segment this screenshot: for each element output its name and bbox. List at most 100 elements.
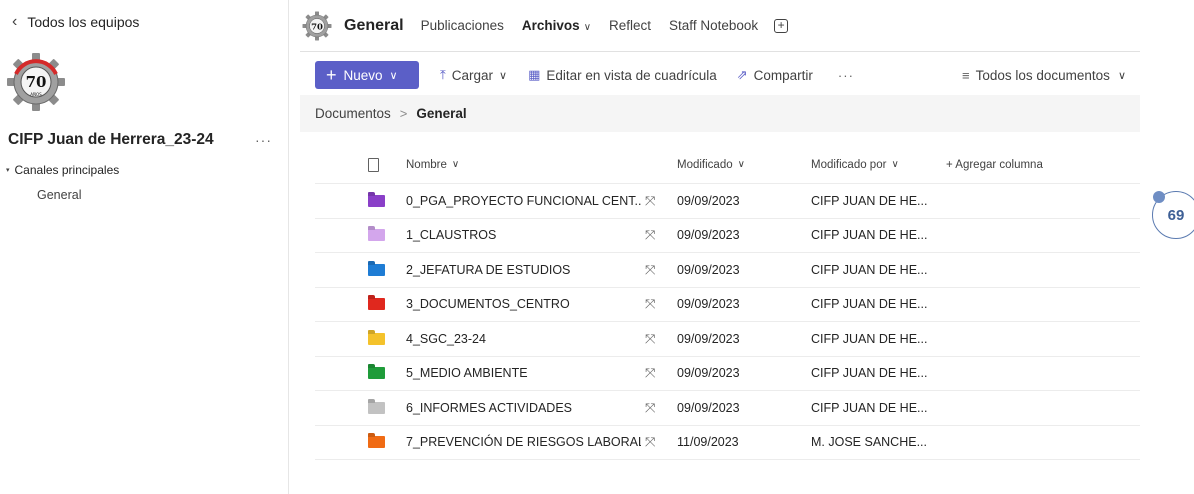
- files-toolbar: + Nuevo ∨ ⤒ Cargar ∨ ▦ Editar en vista d…: [315, 60, 1140, 90]
- file-type-column[interactable]: [368, 146, 379, 183]
- file-row[interactable]: 5_MEDIO AMBIENTE ⤧ 09/09/2023 CIFP JUAN DE …: [315, 357, 1140, 391]
- pin-icon[interactable]: ⤧: [645, 426, 655, 460]
- column-modified-by-label: Modificado por: [811, 158, 887, 171]
- file-modified: 09/09/2023: [677, 400, 740, 415]
- column-modified-by[interactable]: Modificado por ∨: [811, 146, 899, 183]
- file-modified-by: CIFP JUAN DE HE...: [811, 366, 928, 381]
- chevron-down-icon: ∨: [583, 22, 592, 33]
- file-row[interactable]: 7_PREVENCIÓN DE RIESGOS LABORAL... ⤧ 11/09…: [315, 426, 1140, 460]
- add-tab-icon[interactable]: +: [774, 18, 789, 33]
- back-to-teams-link[interactable]: ‹ Todos los equipos: [12, 13, 140, 31]
- file-name[interactable]: 7_PREVENCIÓN DE RIESGOS LABORAL...: [406, 426, 641, 460]
- column-name[interactable]: Nombre ∨: [406, 146, 641, 183]
- breadcrumb-current: General: [416, 106, 467, 121]
- channel-item-general[interactable]: General: [37, 188, 81, 202]
- plus-icon: +: [326, 65, 337, 85]
- logo-number: 70: [26, 73, 47, 91]
- file-name[interactable]: 6_INFORMES ACTIVIDADES: [406, 391, 641, 425]
- logo-text: AÑOS: [30, 92, 42, 97]
- column-modified-label: Modificado: [677, 158, 733, 171]
- pin-icon[interactable]: ⤧: [645, 253, 655, 287]
- folder-icon-cell: [368, 253, 385, 287]
- file-modified-by: CIFP JUAN DE HE...: [811, 262, 928, 277]
- folder-icon-cell: [368, 426, 385, 460]
- share-label: Compartir: [753, 67, 813, 83]
- add-column-button[interactable]: + Agregar columna: [946, 146, 1043, 183]
- edit-grid-view-label: Editar en vista de cuadrícula: [546, 67, 717, 83]
- more-actions-icon[interactable]: ···: [838, 68, 854, 83]
- pin-icon[interactable]: ⤧: [645, 219, 655, 253]
- upload-icon: ⤒: [440, 67, 446, 82]
- edit-grid-view-button[interactable]: ▦ Editar en vista de cuadrícula: [528, 67, 717, 83]
- channel-title: General: [344, 16, 404, 34]
- file-modified-by: CIFP JUAN DE HE...: [811, 193, 928, 208]
- chevron-down-icon: ∨: [451, 159, 460, 170]
- folder-icon: [368, 263, 385, 276]
- pin-icon[interactable]: ⤧: [645, 322, 655, 356]
- share-icon: ⇗: [736, 67, 748, 82]
- folder-icon-cell: [368, 322, 385, 356]
- file-name[interactable]: 1_CLAUSTROS: [406, 219, 641, 253]
- file-name[interactable]: 2_JEFATURA DE ESTUDIOS: [406, 253, 641, 287]
- pin-icon[interactable]: ⤧: [645, 391, 655, 425]
- file-row[interactable]: 6_INFORMES ACTIVIDADES ⤧ 09/09/2023 CIFP JU…: [315, 391, 1140, 426]
- tab-publicaciones[interactable]: Publicaciones: [421, 18, 504, 33]
- file-name[interactable]: 5_MEDIO AMBIENTE: [406, 357, 641, 391]
- tab-reflect[interactable]: Reflect: [609, 18, 651, 33]
- file-list: Nombre ∨ Modificado ∨ Modificado por ∨ + Ag…: [315, 146, 1140, 460]
- share-button[interactable]: ⇗ Compartir: [737, 67, 813, 83]
- file-modified: 09/09/2023: [677, 297, 740, 312]
- file-row[interactable]: 0_PGA_PROYECTO FUNCIONAL CENT... ⤧ 09/09/2…: [315, 184, 1140, 219]
- chevron-left-icon: ‹: [12, 13, 18, 30]
- tab-archivos[interactable]: Archivos ∨: [522, 18, 591, 33]
- team-pane: ‹ Todos los equipos 70 AÑOS CIFP Juan de…: [0, 0, 289, 494]
- file-modified: 09/09/2023: [677, 331, 740, 346]
- view-selector[interactable]: ≡ Todos los documentos ∨: [962, 68, 1126, 83]
- folder-icon-cell: [368, 219, 385, 253]
- document-icon: [368, 157, 379, 172]
- team-more-options-icon[interactable]: ···: [255, 132, 272, 148]
- chevron-down-icon: ∨: [389, 69, 398, 82]
- file-modified-by: CIFP JUAN DE HE...: [811, 331, 928, 346]
- file-name[interactable]: 3_DOCUMENTOS_CENTRO: [406, 288, 641, 322]
- file-modified: 11/09/2023: [677, 435, 739, 450]
- grid-icon: ▦: [528, 67, 541, 82]
- caret-down-icon: ▾: [6, 167, 10, 174]
- folder-icon-cell: [368, 391, 385, 425]
- file-modified-by: CIFP JUAN DE HE...: [811, 297, 928, 312]
- badge-dot: [1153, 191, 1165, 203]
- file-name[interactable]: 0_PGA_PROYECTO FUNCIONAL CENT...: [406, 184, 641, 218]
- folder-icon-cell: [368, 357, 385, 391]
- file-row[interactable]: 3_DOCUMENTOS_CENTRO ⤧ 09/09/2023 CIFP JUAN …: [315, 288, 1140, 322]
- team-name-row: CIFP Juan de Herrera_23-24 ···: [8, 131, 272, 149]
- tab-staff-notebook[interactable]: Staff Notebook: [669, 18, 758, 33]
- view-label: Todos los documentos: [975, 67, 1110, 83]
- folder-icon: [368, 401, 385, 414]
- team-logo: 70 AÑOS: [7, 53, 65, 111]
- chevron-down-icon: ∨: [891, 159, 899, 170]
- folder-icon: [368, 367, 385, 380]
- upload-button[interactable]: ⤒ Cargar ∨: [440, 67, 507, 83]
- file-modified: 09/09/2023: [677, 228, 740, 243]
- file-name[interactable]: 4_SGC_23-24: [406, 322, 641, 356]
- file-row[interactable]: 2_JEFATURA DE ESTUDIOS ⤧ 09/09/2023 CIFP JU…: [315, 253, 1140, 288]
- chevron-right-icon: >: [399, 106, 408, 121]
- pin-icon[interactable]: ⤧: [645, 288, 655, 322]
- file-row[interactable]: 1_CLAUSTROS ⤧ 09/09/2023 CIFP JUAN DE HE...: [315, 219, 1140, 253]
- file-list-header: Nombre ∨ Modificado ∨ Modificado por ∨ + Ag…: [315, 146, 1140, 184]
- breadcrumb-documentos[interactable]: Documentos: [315, 106, 391, 121]
- channel-logo: 70: [302, 11, 332, 40]
- column-modified[interactable]: Modificado ∨: [677, 146, 745, 183]
- new-button-label: Nuevo: [343, 67, 383, 83]
- file-modified-by: CIFP JUAN DE HE...: [811, 400, 928, 415]
- view-list-icon: ≡: [962, 67, 970, 83]
- folder-icon: [368, 332, 385, 345]
- new-button[interactable]: + Nuevo ∨: [315, 61, 419, 89]
- folder-icon-cell: [368, 184, 385, 218]
- file-row[interactable]: 4_SGC_23-24 ⤧ 09/09/2023 CIFP JUAN DE HE...: [315, 322, 1140, 357]
- pin-icon[interactable]: ⤧: [645, 184, 655, 218]
- pin-icon[interactable]: ⤧: [645, 357, 655, 391]
- back-label: Todos los equipos: [27, 14, 140, 30]
- main-channels-label: Canales principales: [14, 163, 120, 177]
- main-channels-toggle[interactable]: ▾ Canales principales: [6, 163, 119, 177]
